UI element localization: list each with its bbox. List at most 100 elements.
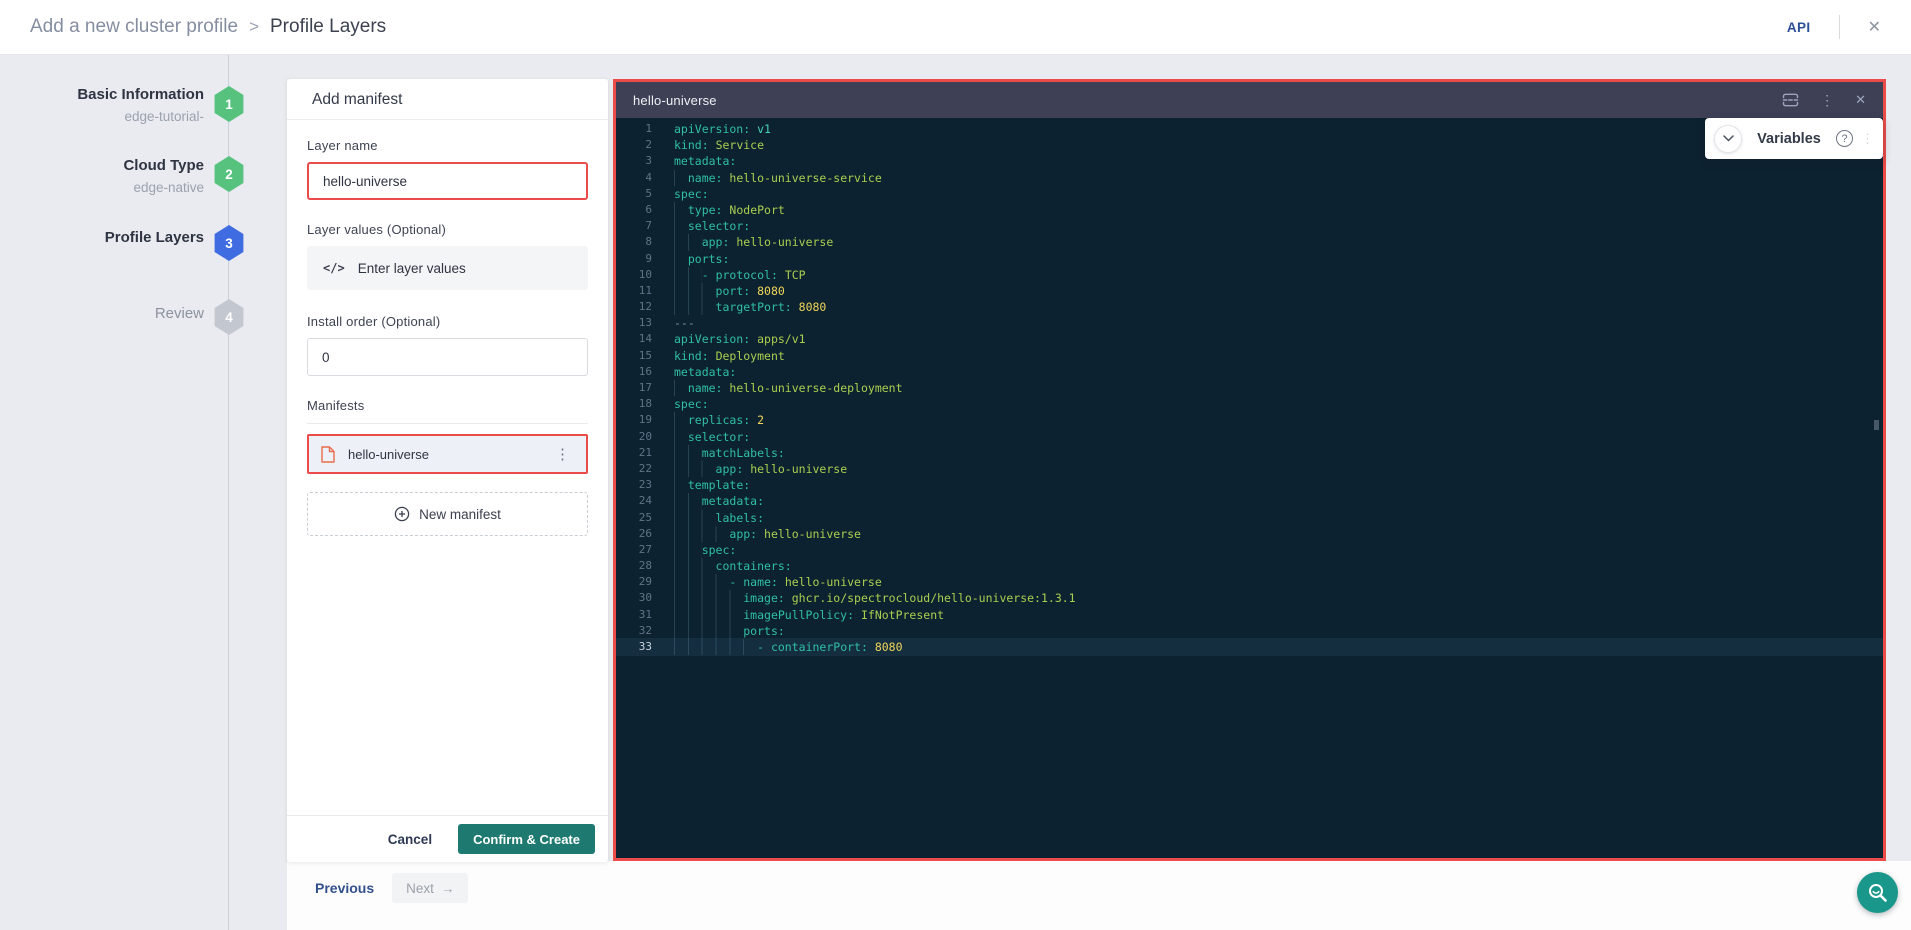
code-line[interactable]: 15kind: Deployment: [616, 348, 1883, 364]
code-line[interactable]: 9 ports:: [616, 251, 1883, 267]
line-number: 26: [616, 526, 652, 542]
close-icon[interactable]: ✕: [1868, 17, 1881, 37]
api-button[interactable]: API: [1787, 20, 1811, 35]
step-sublabel: edge-native: [0, 178, 204, 197]
header-divider: [1839, 15, 1840, 39]
editor-title: hello-universe: [633, 93, 717, 108]
line-number: 33: [616, 639, 652, 655]
line-number: 7: [616, 218, 652, 234]
breadcrumb-current: Profile Layers: [270, 16, 386, 38]
code-line[interactable]: 16metadata:: [616, 364, 1883, 380]
code-text: app: hello-universe: [674, 526, 861, 542]
add-manifest-panel: Add manifest Layer name hello-universe L…: [287, 79, 608, 862]
code-text: app: hello-universe: [674, 234, 833, 250]
code-line[interactable]: 19 replicas: 2: [616, 412, 1883, 428]
manifest-kebab-menu-icon[interactable]: ⋮: [551, 445, 574, 464]
line-number: 15: [616, 348, 652, 364]
code-text: spec:: [674, 396, 709, 412]
code-line[interactable]: 8 app: hello-universe: [616, 234, 1883, 250]
manifest-name: hello-universe: [348, 447, 429, 462]
chevron-down-icon[interactable]: [1714, 125, 1742, 153]
code-line[interactable]: 22 app: hello-universe: [616, 461, 1883, 477]
code-line[interactable]: 30 image: ghcr.io/spectrocloud/hello-uni…: [616, 590, 1883, 606]
code-line[interactable]: 10 - protocol: TCP: [616, 267, 1883, 283]
code-line[interactable]: 32 ports:: [616, 623, 1883, 639]
line-number: 24: [616, 493, 652, 509]
editor-kebab-menu-icon[interactable]: ⋮: [1820, 92, 1834, 109]
sidebar-step-basic-information[interactable]: Basic Informationedge-tutorial-: [0, 84, 204, 126]
code-line[interactable]: 21 matchLabels:: [616, 445, 1883, 461]
code-line[interactable]: 17 name: hello-universe-deployment: [616, 380, 1883, 396]
magnifier-smile-icon: [1867, 882, 1889, 904]
previous-button[interactable]: Previous: [315, 873, 374, 903]
enter-layer-values-label: Enter layer values: [358, 261, 466, 276]
code-line[interactable]: 25 labels:: [616, 510, 1883, 526]
code-line[interactable]: 27 spec:: [616, 542, 1883, 558]
code-area[interactable]: 1apiVersion: v12kind: Service3 metadata:4…: [616, 121, 1883, 655]
breadcrumb-root[interactable]: Add a new cluster profile: [30, 16, 238, 38]
code-line[interactable]: 6 type: NodePort: [616, 202, 1883, 218]
code-editor[interactable]: 1apiVersion: v12kind: Service3 metadata:4…: [616, 118, 1883, 858]
code-line[interactable]: 33 - containerPort: 8080: [616, 639, 1883, 655]
split-view-icon[interactable]: [1782, 93, 1799, 107]
help-widget-button[interactable]: [1857, 872, 1898, 913]
sidebar-step-profile-layers[interactable]: Profile Layers: [0, 227, 204, 249]
line-number: 1: [616, 121, 652, 137]
code-line[interactable]: 4 name: hello-universe-service: [616, 170, 1883, 186]
editor-close-icon[interactable]: ✕: [1855, 92, 1866, 108]
code-line[interactable]: 2kind: Service: [616, 137, 1883, 153]
code-line[interactable]: 29 - name: hello-universe: [616, 574, 1883, 590]
code-line[interactable]: 31 imagePullPolicy: IfNotPresent: [616, 607, 1883, 623]
code-line[interactable]: 18spec:: [616, 396, 1883, 412]
code-text: app: hello-universe: [674, 461, 847, 477]
step-badge-3[interactable]: 3: [213, 225, 245, 261]
variables-panel: Variables ? ⋮: [1705, 118, 1883, 159]
line-number: 17: [616, 380, 652, 396]
manifest-item[interactable]: hello-universe ⋮: [307, 434, 588, 474]
line-number: 25: [616, 510, 652, 526]
step-badge-1[interactable]: 1: [213, 86, 245, 122]
code-line[interactable]: 26 app: hello-universe: [616, 526, 1883, 542]
enter-layer-values-button[interactable]: </> Enter layer values: [307, 246, 588, 290]
code-line[interactable]: 13---: [616, 315, 1883, 331]
help-icon[interactable]: ?: [1836, 130, 1853, 147]
code-line[interactable]: 11 port: 8080: [616, 283, 1883, 299]
code-line[interactable]: 28 containers:: [616, 558, 1883, 574]
code-text: ports:: [674, 251, 729, 267]
cancel-button[interactable]: Cancel: [388, 832, 432, 847]
line-number: 20: [616, 429, 652, 445]
code-text: selector:: [674, 429, 750, 445]
code-text: type: NodePort: [674, 202, 785, 218]
code-line[interactable]: 7 selector:: [616, 218, 1883, 234]
code-text: metadata:: [674, 153, 736, 169]
variables-label[interactable]: Variables: [1742, 131, 1836, 147]
layer-name-input[interactable]: hello-universe: [307, 162, 588, 200]
variables-kebab-menu-icon[interactable]: ⋮: [1861, 131, 1874, 147]
scrollbar-mark[interactable]: [1874, 420, 1879, 430]
confirm-create-button[interactable]: Confirm & Create: [458, 824, 595, 854]
code-text: apiVersion: apps/v1: [674, 331, 806, 347]
line-number: 12: [616, 299, 652, 315]
layer-name-label: Layer name: [307, 138, 588, 153]
install-order-input[interactable]: 0: [307, 338, 588, 376]
code-text: name: hello-universe-deployment: [674, 380, 903, 396]
line-number: 3: [616, 153, 652, 169]
code-line[interactable]: 1apiVersion: v1: [616, 121, 1883, 137]
code-line[interactable]: 5spec:: [616, 186, 1883, 202]
line-number: 16: [616, 364, 652, 380]
step-badge-4[interactable]: 4: [213, 299, 245, 335]
new-manifest-button[interactable]: New manifest: [307, 492, 588, 536]
line-number: 10: [616, 267, 652, 283]
code-text: selector:: [674, 218, 750, 234]
code-line[interactable]: 3 metadata:: [616, 153, 1883, 169]
sidebar-step-cloud-type[interactable]: Cloud Typeedge-native: [0, 155, 204, 197]
step-badge-2[interactable]: 2: [213, 156, 245, 192]
code-line[interactable]: 23 template:: [616, 477, 1883, 493]
line-number: 22: [616, 461, 652, 477]
code-line[interactable]: 24 metadata:: [616, 493, 1883, 509]
code-line[interactable]: 14apiVersion: apps/v1: [616, 331, 1883, 347]
code-line[interactable]: 12 targetPort: 8080: [616, 299, 1883, 315]
sidebar-step-review[interactable]: Review: [0, 303, 204, 325]
next-button[interactable]: Next →: [392, 873, 468, 903]
code-line[interactable]: 20 selector:: [616, 429, 1883, 445]
